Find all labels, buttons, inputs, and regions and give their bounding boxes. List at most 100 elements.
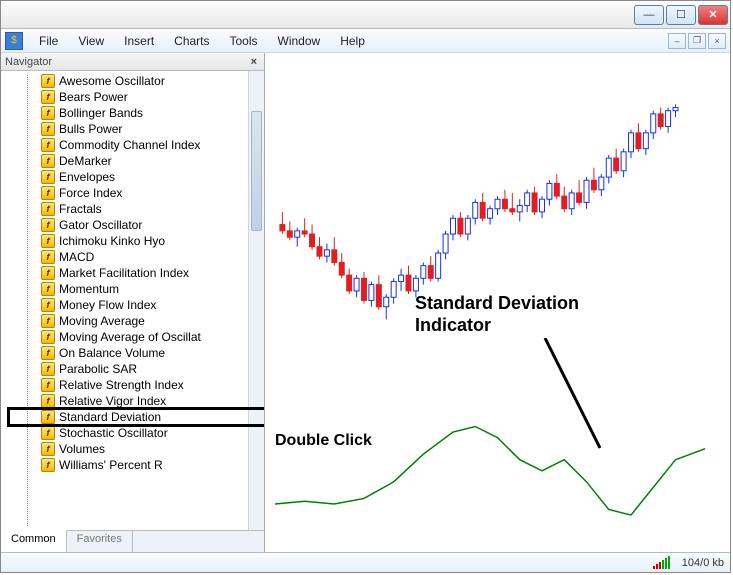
indicator-label: Relative Vigor Index: [59, 394, 166, 408]
indicator-icon: f: [41, 330, 55, 344]
indicator-label: Standard Deviation: [59, 410, 161, 424]
indicator-icon: f: [41, 122, 55, 136]
menu-tools[interactable]: Tools: [220, 29, 268, 52]
navigator-close-button[interactable]: ×: [248, 56, 260, 68]
tab-common[interactable]: Common: [1, 530, 67, 552]
statusbar: 104/0 kb: [1, 552, 730, 572]
mdi-close-button[interactable]: ×: [708, 33, 726, 49]
indicator-icon: f: [41, 362, 55, 376]
indicator-item[interactable]: f DeMarker: [1, 153, 248, 169]
connection-bars-icon: [653, 556, 670, 569]
indicator-icon: f: [41, 154, 55, 168]
indicator-label: Parabolic SAR: [59, 362, 137, 376]
navigator-tabs: Common Favorites: [1, 530, 264, 552]
indicator-icon: f: [41, 202, 55, 216]
window-minimize-button[interactable]: —: [634, 5, 664, 25]
indicator-icon: f: [41, 106, 55, 120]
indicator-item[interactable]: f Volumes: [1, 441, 248, 457]
navigator-title: Navigator: [5, 56, 52, 68]
indicator-item[interactable]: fBears Power: [1, 89, 248, 105]
indicator-item[interactable]: fRelative Vigor Index: [1, 393, 248, 409]
tab-favorites[interactable]: Favorites: [67, 530, 133, 552]
indicator-item[interactable]: f Commodity Channel Index: [1, 137, 248, 153]
indicator-icon: f: [41, 234, 55, 248]
application-window: — ☐ ✕ $ FileViewInsertChartsToolsWindowH…: [0, 0, 731, 573]
indicator-item[interactable]: f Parabolic SAR: [1, 361, 248, 377]
menu-charts[interactable]: Charts: [164, 29, 219, 52]
navigator-scrollbar[interactable]: [248, 71, 264, 530]
indicator-item[interactable]: f Ichimoku Kinko Hyo: [1, 233, 248, 249]
indicator-label: Awesome Oscillator: [59, 74, 165, 88]
indicator-icon: f: [41, 90, 55, 104]
indicator-label: Force Index: [59, 186, 122, 200]
indicator-label: Momentum: [59, 282, 119, 296]
indicator-item[interactable]: fEnvelopes: [1, 169, 248, 185]
indicator-icon: f: [41, 218, 55, 232]
indicator-label: Gator Oscillator: [59, 218, 142, 232]
menu-help[interactable]: Help: [330, 29, 375, 52]
window-titlebar: — ☐ ✕: [1, 1, 730, 29]
indicator-label: Moving Average: [59, 314, 145, 328]
indicator-item[interactable]: f Gator Oscillator: [1, 217, 248, 233]
indicator-icon: f: [41, 282, 55, 296]
indicator-icon: f: [41, 266, 55, 280]
indicator-label: Fractals: [59, 202, 102, 216]
annotation-double-click: Double Click: [275, 431, 372, 450]
indicator-item[interactable]: fRelative Strength Index: [1, 377, 248, 393]
mdi-restore-button[interactable]: ❐: [688, 33, 706, 49]
indicator-label: Envelopes: [59, 170, 115, 184]
indicator-label: Commodity Channel Index: [59, 138, 200, 152]
navigator-body: fAwesome OscillatorfBears PowerfBollinge…: [1, 71, 264, 530]
indicator-icon: f: [41, 458, 55, 472]
indicator-label: Stochastic Oscillator: [59, 426, 168, 440]
app-icon: $: [5, 32, 23, 50]
indicator-item[interactable]: f Bollinger Bands: [1, 105, 248, 121]
indicator-item[interactable]: fBulls Power: [1, 121, 248, 137]
indicator-item[interactable]: fOn Balance Volume: [1, 345, 248, 361]
indicator-label: Williams' Percent R: [59, 458, 163, 472]
menu-file[interactable]: File: [29, 29, 68, 52]
indicator-icon: f: [41, 314, 55, 328]
indicator-icon: f: [41, 410, 55, 424]
indicator-label: Money Flow Index: [59, 298, 156, 312]
indicator-item[interactable]: f Stochastic Oscillator: [1, 425, 248, 441]
indicator-icon: f: [41, 138, 55, 152]
mdi-minimize-button[interactable]: –: [668, 33, 686, 49]
menubar: $ FileViewInsertChartsToolsWindowHelp – …: [1, 29, 730, 53]
indicator-icon: f: [41, 442, 55, 456]
window-maximize-button[interactable]: ☐: [666, 5, 696, 25]
window-close-button[interactable]: ✕: [698, 5, 728, 25]
indicator-item[interactable]: f Fractals: [1, 201, 248, 217]
indicator-icon: f: [41, 250, 55, 264]
menu-window[interactable]: Window: [268, 29, 331, 52]
indicator-item[interactable]: fMACD: [1, 249, 248, 265]
indicator-item[interactable]: f Williams' Percent R: [1, 457, 248, 473]
indicator-item[interactable]: f Force Index: [1, 185, 248, 201]
indicator-item[interactable]: f Money Flow Index: [1, 297, 248, 313]
client-area: Navigator × f Awesome OscillatorfBears Po…: [1, 53, 730, 552]
indicator-item[interactable]: f Awesome Oscillator: [1, 73, 248, 89]
indicator-item[interactable]: f Moving Average: [1, 313, 248, 329]
indicator-icon: f: [41, 186, 55, 200]
indicator-item[interactable]: fMarket Facilitation Index: [1, 265, 248, 281]
indicator-label: Volumes: [59, 442, 105, 456]
indicator-item[interactable]: fMoving Average of Oscillat: [1, 329, 248, 345]
scrollbar-thumb[interactable]: [251, 111, 262, 231]
indicator-label: Ichimoku Kinko Hyo: [59, 234, 165, 248]
indicator-icon: f: [41, 74, 55, 88]
navigator-panel: Navigator × f Awesome OscillatorfBears Po…: [1, 53, 265, 552]
menu-insert[interactable]: Insert: [114, 29, 164, 52]
chart-area[interactable]: Standard Deviation Indicator Double Clic…: [265, 53, 730, 552]
indicator-label: DeMarker: [59, 154, 112, 168]
navigator-header: Navigator ×: [1, 53, 264, 71]
indicator-icon: f: [41, 426, 55, 440]
indicator-item[interactable]: f Standard Deviation: [1, 409, 248, 425]
indicator-icon: f: [41, 346, 55, 360]
menu-view[interactable]: View: [68, 29, 114, 52]
status-kb: 104/0 kb: [682, 557, 724, 569]
indicator-item[interactable]: f Momentum: [1, 281, 248, 297]
indicator-icon: f: [41, 298, 55, 312]
annotation-title: Standard Deviation Indicator: [415, 293, 579, 336]
navigator-tree: fAwesome OscillatorfBears PowerfBollinge…: [1, 71, 248, 530]
indicator-label: Bollinger Bands: [59, 106, 143, 120]
